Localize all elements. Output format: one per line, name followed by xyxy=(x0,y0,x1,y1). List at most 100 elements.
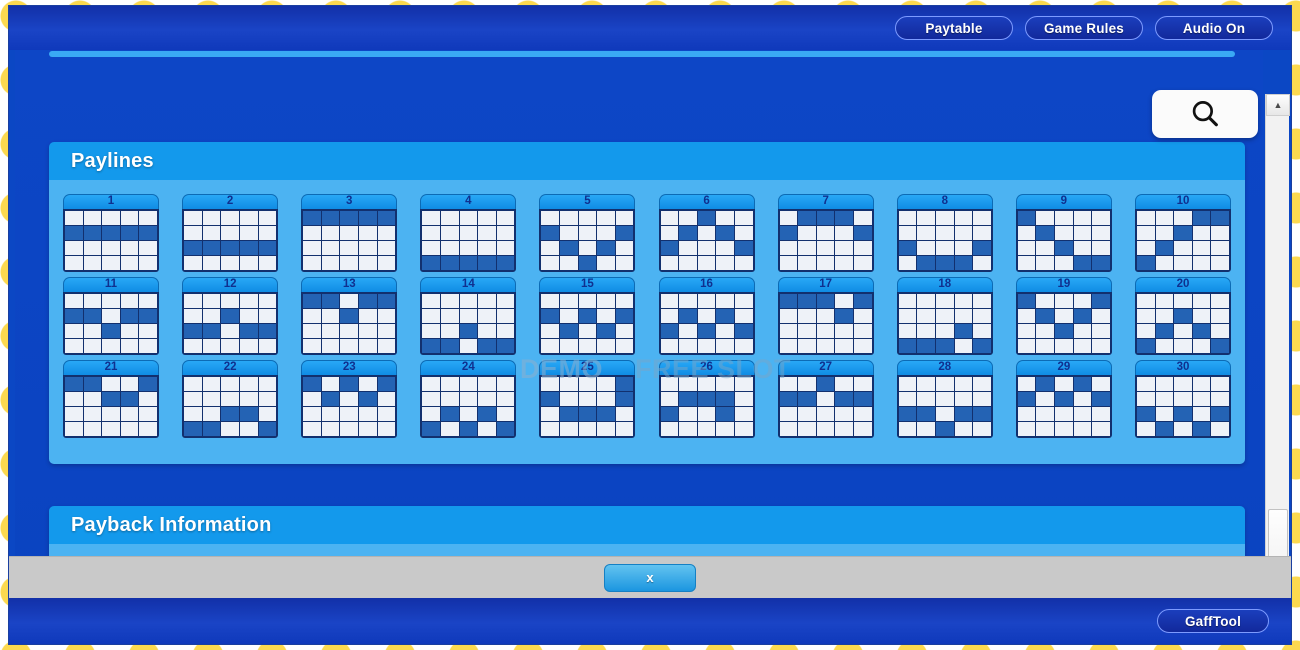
payline-cell xyxy=(202,211,221,225)
payline-cell xyxy=(120,241,139,255)
payline-cell-active xyxy=(854,392,872,406)
payline-cell xyxy=(917,309,935,323)
payline-cell xyxy=(734,256,753,270)
payline-cell xyxy=(1211,241,1229,255)
payline-cell-active xyxy=(377,377,396,391)
payline-cell-active xyxy=(973,407,991,421)
payline-cell xyxy=(102,407,120,421)
payline-cell-active xyxy=(898,407,917,421)
payline-cell xyxy=(816,422,835,436)
payline-cell xyxy=(422,294,440,308)
payline-cell xyxy=(954,294,973,308)
audio-toggle-button[interactable]: Audio On xyxy=(1155,16,1273,40)
payline-cell xyxy=(321,309,340,323)
payline-cell xyxy=(1036,407,1055,421)
payline-cell xyxy=(1036,211,1055,225)
payline-cell xyxy=(65,294,83,308)
payline-cell xyxy=(541,211,560,225)
payline-cell xyxy=(615,256,634,270)
payline-number-label: 3 xyxy=(301,194,398,209)
payline-cell xyxy=(478,324,496,338)
payline-number-label: 30 xyxy=(1134,360,1231,375)
payline-cell xyxy=(184,392,202,406)
payline-cell xyxy=(578,377,597,391)
payline-cell xyxy=(422,226,440,240)
payline-cell xyxy=(779,377,798,391)
payline-cell-active xyxy=(459,422,478,436)
payline-number-label: 14 xyxy=(420,277,517,292)
game-window: Paytable Game Rules Audio On Paylines 12… xyxy=(8,5,1292,645)
payline-cell xyxy=(1073,226,1092,240)
payline-number-label: 6 xyxy=(658,194,755,209)
payline-number-label: 25 xyxy=(539,360,636,375)
payline-cell xyxy=(1155,226,1174,240)
payline-cell xyxy=(1155,256,1174,270)
payline-cell xyxy=(1192,256,1211,270)
payline-cell xyxy=(303,309,321,323)
payline-cell-active xyxy=(615,309,634,323)
payline-cell xyxy=(496,309,515,323)
payline-cell xyxy=(1017,422,1036,436)
close-dialog-button[interactable]: x xyxy=(604,563,696,592)
payline-cell xyxy=(1211,226,1229,240)
payline-cell xyxy=(1174,324,1192,338)
payline-cell-active xyxy=(202,324,221,338)
payline-cell xyxy=(1136,211,1155,225)
payline-cell xyxy=(835,407,854,421)
gafftool-brand-button[interactable]: GaffTool xyxy=(1157,609,1269,633)
payline-cell xyxy=(835,422,854,436)
payline-cell xyxy=(102,377,120,391)
payline-cell xyxy=(816,392,835,406)
payline-cell xyxy=(1017,226,1036,240)
payline-cell xyxy=(898,324,917,338)
payline-cell xyxy=(184,211,202,225)
payline-cell xyxy=(1174,241,1192,255)
payline-cell-active xyxy=(1136,256,1155,270)
payline-cell-active xyxy=(440,256,459,270)
payline-cell-active xyxy=(917,339,935,353)
payline-cell xyxy=(679,294,697,308)
payline-number-label: 9 xyxy=(1015,194,1112,209)
payline-cell xyxy=(459,377,478,391)
payline-10: 10 xyxy=(1134,194,1231,272)
payline-cell xyxy=(340,339,359,353)
payline-cell xyxy=(935,309,954,323)
paylines-card: Paylines 1 2 3 4 5 6 7 8 9 10 11 12 13 14 15 16 17 18 19 20… xyxy=(49,142,1245,464)
payline-cell xyxy=(973,256,991,270)
payline-cell xyxy=(83,407,102,421)
payline-cell-active xyxy=(139,309,157,323)
payline-cell xyxy=(597,294,615,308)
payline-cell xyxy=(898,422,917,436)
payline-cell xyxy=(798,226,816,240)
payline-cell xyxy=(359,241,377,255)
payline-cell xyxy=(139,241,157,255)
payline-cell xyxy=(359,309,377,323)
payline-cell-active xyxy=(65,226,83,240)
payline-cell xyxy=(734,211,753,225)
payback-card-header: Payback Information xyxy=(49,506,1245,544)
payline-cell xyxy=(239,339,258,353)
payline-cell-active xyxy=(340,309,359,323)
search-button[interactable] xyxy=(1152,90,1258,138)
payline-cell xyxy=(303,339,321,353)
payline-number-label: 2 xyxy=(182,194,279,209)
payline-cell-active xyxy=(303,211,321,225)
payline-grid xyxy=(63,375,159,438)
payline-cell-active xyxy=(1017,392,1036,406)
payline-cell xyxy=(202,392,221,406)
payline-cell xyxy=(973,377,991,391)
payline-cell xyxy=(377,324,396,338)
payline-cell xyxy=(377,309,396,323)
payline-cell-active xyxy=(816,377,835,391)
payline-cell-active xyxy=(716,392,734,406)
payline-cell-active xyxy=(660,324,679,338)
payline-cell xyxy=(578,339,597,353)
payline-cell-active xyxy=(422,256,440,270)
payline-cell xyxy=(340,241,359,255)
payline-cell-active xyxy=(898,339,917,353)
scroll-up-arrow-icon[interactable]: ▲ xyxy=(1266,94,1290,116)
paytable-button[interactable]: Paytable xyxy=(895,16,1013,40)
payline-cell xyxy=(1136,392,1155,406)
game-rules-button[interactable]: Game Rules xyxy=(1025,16,1143,40)
paylines-card-header: Paylines xyxy=(49,142,1245,180)
